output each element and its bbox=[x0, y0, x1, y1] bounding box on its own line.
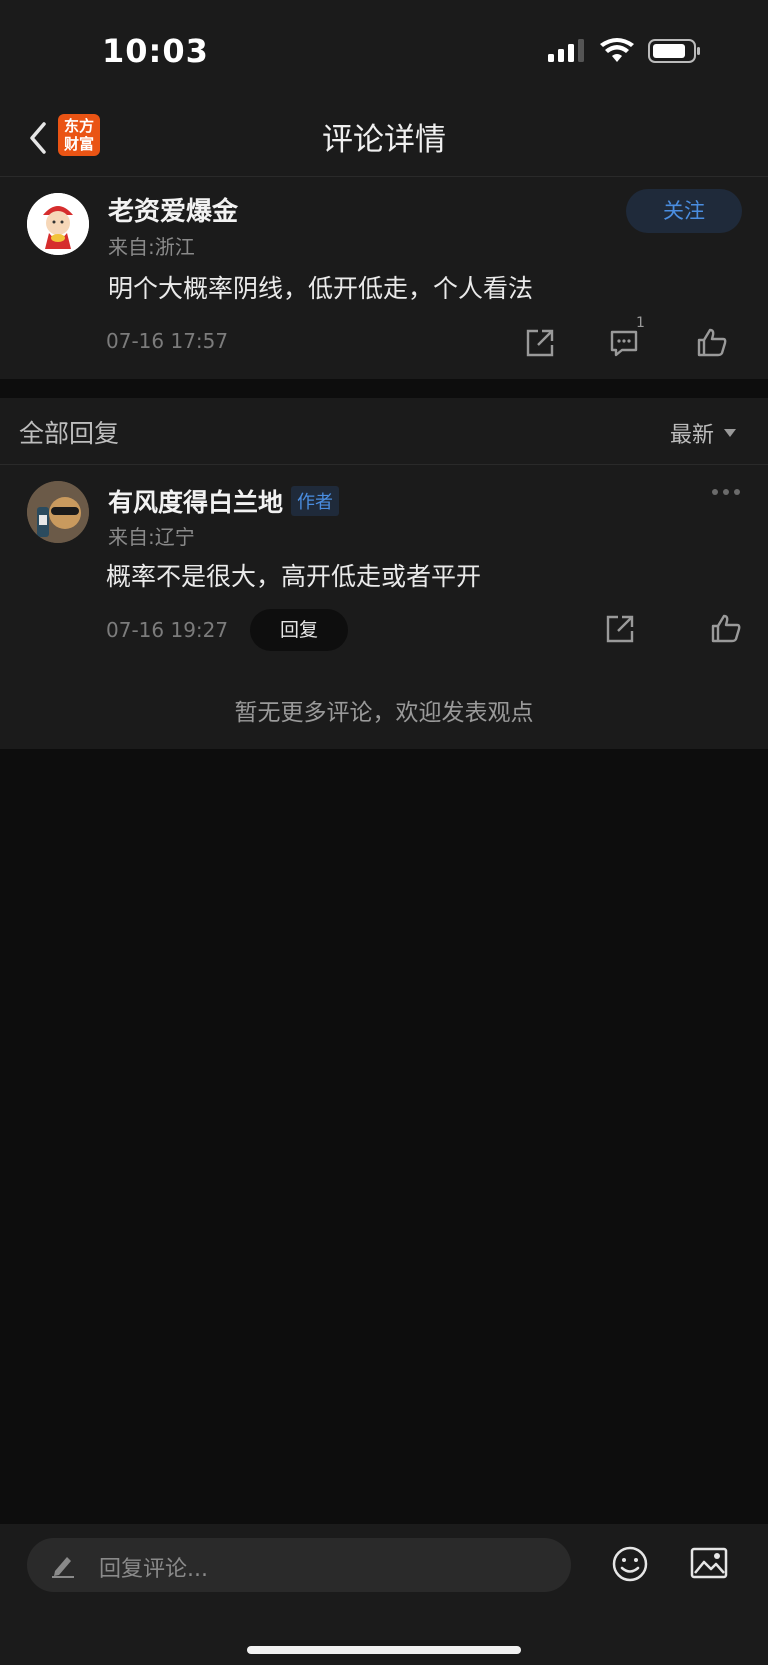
post-location: 来自:浙江 bbox=[108, 235, 195, 259]
author-badge: 作者 bbox=[291, 486, 340, 516]
reply-username-text: 有风度得白兰地 bbox=[108, 488, 284, 517]
avatar-dog-photo-icon bbox=[27, 481, 89, 543]
image-icon[interactable] bbox=[690, 1546, 728, 1580]
page-title: 评论详情 bbox=[322, 122, 446, 158]
avatar[interactable] bbox=[27, 193, 89, 255]
reply-username[interactable]: 有风度得白兰地 作者 bbox=[108, 483, 340, 519]
reply-content: 概率不是很大，高开低走或者平开 bbox=[106, 562, 482, 591]
status-bar: 10:03 bbox=[0, 0, 768, 100]
follow-button[interactable]: 关注 bbox=[626, 189, 742, 233]
comment-count: 1 bbox=[636, 315, 645, 331]
avatar-cartoon-icon bbox=[27, 193, 89, 255]
empty-hint: 暂无更多评论，欢迎发表观点 bbox=[234, 700, 534, 726]
like-icon[interactable] bbox=[710, 613, 742, 645]
section-title: 全部回复 bbox=[19, 419, 120, 448]
wifi-icon bbox=[600, 38, 634, 62]
emoji-icon[interactable] bbox=[610, 1544, 650, 1584]
reply-button[interactable]: 回复 bbox=[250, 609, 348, 651]
replies-section-header: 全部回复 最新 bbox=[0, 398, 768, 465]
home-indicator bbox=[247, 1646, 521, 1654]
avatar[interactable] bbox=[27, 481, 89, 543]
share-icon[interactable] bbox=[524, 327, 556, 359]
more-options-icon[interactable] bbox=[712, 489, 740, 495]
cellular-signal-icon bbox=[548, 39, 584, 62]
reply-input[interactable]: 回复评论... bbox=[27, 1538, 571, 1592]
reply-item: 有风度得白兰地 作者 来自:辽宁 概率不是很大，高开低走或者平开 07-16 1… bbox=[0, 465, 768, 749]
status-time: 10:03 bbox=[102, 32, 209, 70]
like-icon[interactable] bbox=[696, 327, 728, 359]
navigation-bar: 东方 财富 评论详情 bbox=[0, 100, 768, 177]
post-content: 明个大概率阴线，低开低走，个人看法 bbox=[108, 274, 534, 303]
sort-label: 最新 bbox=[669, 423, 714, 448]
comment-icon[interactable] bbox=[608, 327, 640, 359]
post-timestamp: 07-16 17:57 bbox=[106, 329, 229, 353]
battery-icon bbox=[648, 39, 700, 63]
post-username[interactable]: 老资爱爆金 bbox=[108, 191, 238, 228]
sort-dropdown[interactable]: 最新 bbox=[670, 417, 736, 449]
reply-composer-bar: 回复评论... bbox=[0, 1524, 768, 1665]
share-icon[interactable] bbox=[604, 613, 636, 645]
reply-timestamp: 07-16 19:27 bbox=[106, 618, 229, 642]
status-icons bbox=[548, 38, 702, 64]
dropdown-triangle-icon bbox=[724, 429, 736, 437]
pencil-icon bbox=[52, 1557, 74, 1578]
reply-location: 来自:辽宁 bbox=[108, 525, 195, 549]
post-card: 老资爱爆金 来自:浙江 关注 明个大概率阴线，低开低走，个人看法 07-16 1… bbox=[0, 177, 768, 379]
reply-input-placeholder: 回复评论... bbox=[99, 1557, 208, 1582]
